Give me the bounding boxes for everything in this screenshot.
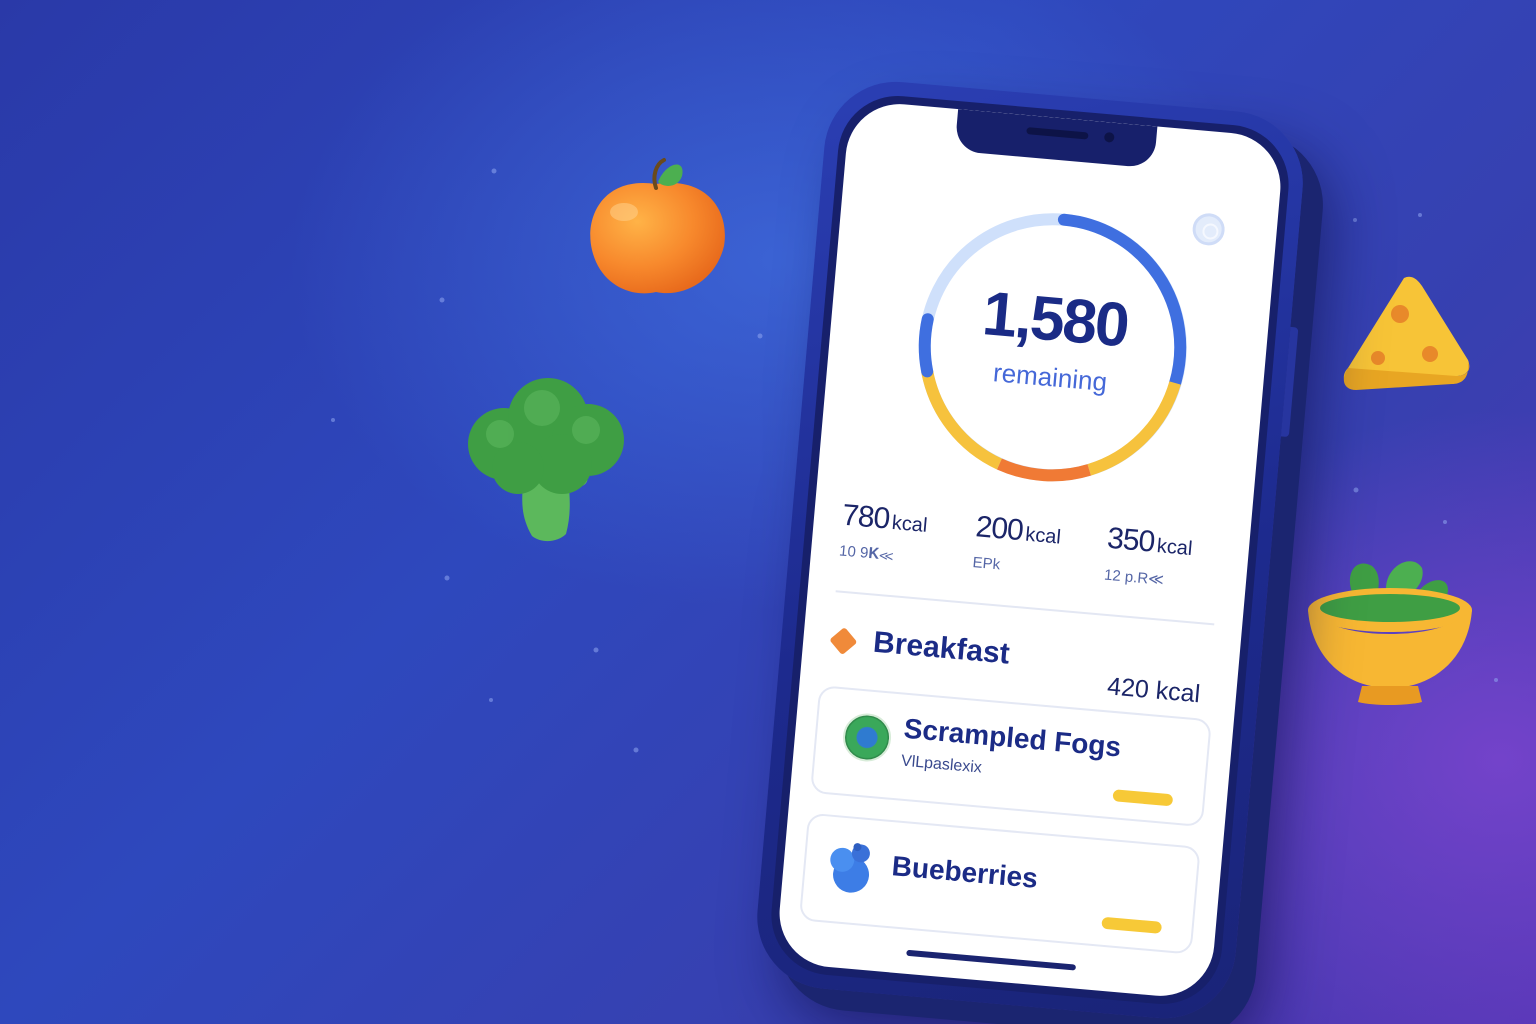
phone-side-button <box>1280 326 1299 438</box>
app-screen: 1,580 remaining 780kcal 10 9𝐊≪ 200kcal E… <box>775 99 1285 1001</box>
stat-unit: kcal <box>890 511 929 537</box>
stat-unit: kcal <box>1024 523 1062 549</box>
stat-sublabel: 12 p.R≪ <box>1103 566 1165 589</box>
stat-column-1: 780kcal 10 9𝐊≪ <box>838 499 973 571</box>
calorie-ring: 1,580 remaining <box>896 190 1210 504</box>
stat-sublabel: EPk <box>971 554 1001 574</box>
stat-value: 350 <box>1105 521 1156 559</box>
food-item-card[interactable]: Bueberries <box>798 812 1201 955</box>
stat-column-2: 200kcal EPk <box>972 510 1107 582</box>
front-camera <box>1103 131 1115 143</box>
ring-segment-orange <box>996 458 1091 482</box>
stat-column-3: 350kcal 12 p.R≪ <box>1103 522 1238 595</box>
food-progress-bar <box>1112 789 1174 807</box>
phone-notch <box>954 109 1158 169</box>
phone-mockup: 1,580 remaining 780kcal 10 9𝐊≪ 200kcal E… <box>751 75 1309 1024</box>
food-progress-bar <box>1101 916 1163 934</box>
meal-calories: 420 kcal <box>1106 672 1202 709</box>
blueberries-icon <box>830 843 870 893</box>
home-indicator[interactable] <box>906 949 1077 971</box>
speaker-grille <box>1026 127 1089 140</box>
egg-plate-icon <box>841 711 894 764</box>
food-item-detail: VlLpaslexix <box>900 752 983 777</box>
meal-title: Breakfast <box>871 625 1012 671</box>
food-item-card[interactable]: Scrampled Fogs VlLpaslexix <box>810 685 1212 828</box>
broccoli-icon <box>468 378 624 542</box>
stat-value: 200 <box>974 510 1025 548</box>
diamond-icon <box>829 626 858 656</box>
stat-unit: kcal <box>1155 535 1194 561</box>
food-item-name: Bueberries <box>890 850 1040 894</box>
stat-value: 780 <box>840 498 891 536</box>
stat-sublabel: 10 9𝐊≪ <box>838 542 895 565</box>
background: 1,580 remaining 780kcal 10 9𝐊≪ 200kcal E… <box>0 0 1536 1024</box>
